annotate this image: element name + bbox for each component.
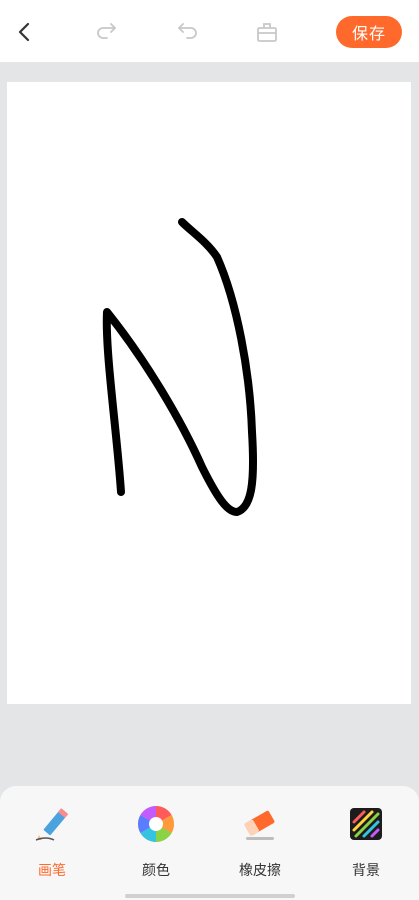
chevron-left-icon	[18, 22, 30, 42]
redo-icon	[97, 23, 116, 39]
redo-button[interactable]	[90, 15, 124, 49]
home-indicator[interactable]	[125, 894, 295, 898]
pencil-icon	[32, 804, 72, 844]
save-button[interactable]: 保存	[336, 16, 402, 48]
undo-icon	[178, 23, 197, 39]
eraser-icon	[240, 804, 280, 844]
background-icon	[346, 804, 386, 844]
tool-label: 背景	[352, 863, 380, 879]
tool-color[interactable]: 颜色	[116, 804, 196, 884]
undo-button[interactable]	[170, 15, 204, 49]
tool-label: 橡皮擦	[239, 863, 281, 879]
tool-pencil[interactable]: 画笔	[12, 804, 92, 884]
back-button[interactable]	[8, 15, 42, 49]
top-bar: 保存	[0, 0, 419, 62]
clear-button[interactable]	[250, 15, 284, 49]
drawn-stroke	[102, 218, 258, 516]
tool-label: 画笔	[38, 863, 66, 879]
tool-label: 颜色	[142, 863, 170, 879]
tool-eraser[interactable]: 橡皮擦	[220, 804, 300, 884]
trash-icon	[257, 23, 277, 42]
bottom-toolbar: 画笔 颜色 橡皮擦 背景	[0, 786, 419, 900]
canvas-area	[0, 62, 419, 782]
tool-background[interactable]: 背景	[326, 804, 406, 884]
drawing-canvas[interactable]	[7, 82, 411, 704]
color-wheel-icon	[136, 804, 176, 844]
